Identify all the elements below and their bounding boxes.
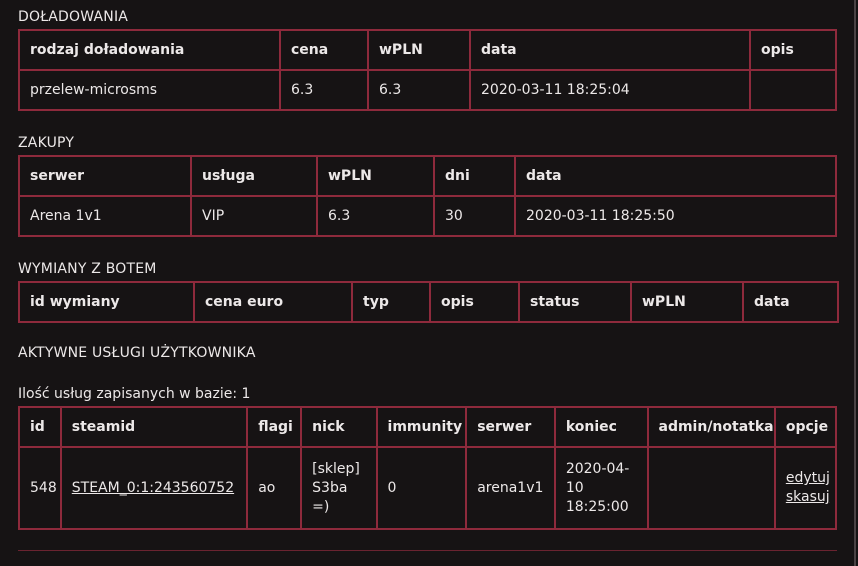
service-id: 548 [18,446,62,530]
table-header-row: id wymiany cena euro typ opis status wPL… [18,281,839,323]
service-server: arena1v1 [465,446,556,530]
column-header: flagi [246,406,303,448]
column-header: wPLN [367,29,471,71]
delete-link[interactable]: skasuj [786,489,830,505]
column-header: wPLN [316,155,435,197]
services-count: Ilość usług zapisanych w bazie: 1 [18,386,251,402]
table-header-row: serwer usługa wPLN dni data [18,155,837,197]
table-header-row: rodzaj doładowania cena wPLN data opis [18,29,837,71]
table-cell: przelew-microsms [18,69,281,111]
bot-exchanges-title: WYMIANY Z BOTEM [18,261,157,277]
column-header: cena euro [193,281,353,323]
column-header: typ [351,281,431,323]
column-header: usługa [190,155,318,197]
table-cell: Arena 1v1 [18,195,192,237]
recharges-title: DOŁADOWANIA [18,9,129,25]
column-header: serwer [18,155,192,197]
table-cell: 6.3 [279,69,369,111]
column-header: opis [749,29,837,71]
table-cell: 6.3 [316,195,435,237]
column-header: wPLN [630,281,744,323]
column-header: serwer [465,406,556,448]
column-header: id wymiany [18,281,195,323]
column-header: dni [433,155,516,197]
table-row: przelew-microsms 6.3 6.3 2020-03-11 18:2… [18,69,837,111]
purchases-table: serwer usługa wPLN dni data Arena 1v1 VI… [18,155,837,237]
table-cell [749,69,837,111]
purchases-title: ZAKUPY [18,135,75,151]
service-nick: [sklep] S3ba =) [300,446,378,530]
steamid-link[interactable]: STEAM_0:1:243560752 [72,480,234,496]
service-flags: ao [246,446,303,530]
table-row: 548 STEAM_0:1:243560752 ao [sklep] S3ba … [18,446,838,530]
column-header: admin/notatka [646,406,776,448]
column-header: id [18,406,62,448]
table-cell: 2020-03-11 18:25:04 [469,69,751,111]
table-cell: VIP [190,195,318,237]
column-header: immunity [375,406,468,448]
column-header: steamid [59,406,249,448]
column-header: koniec [553,406,649,448]
active-services-table: id steamid flagi nick immunity serwer ko… [18,406,838,530]
table-cell: 30 [433,195,516,237]
column-header: status [518,281,632,323]
edit-link[interactable]: edytuj [786,470,830,486]
bot-exchanges-table: id wymiany cena euro typ opis status wPL… [18,281,839,323]
column-header: opis [429,281,520,323]
table-row: Arena 1v1 VIP 6.3 30 2020-03-11 18:25:50 [18,195,837,237]
service-admin-note [646,446,776,530]
table-cell: 2020-03-11 18:25:50 [514,195,837,237]
active-services-title: AKTYWNE USŁUGI UŻYTKOWNIKA [18,345,256,361]
bottom-divider [18,550,837,551]
column-header: data [742,281,839,323]
column-header: opcje [773,406,838,448]
service-end-date: 2020-04-10 18:25:00 [553,446,649,530]
table-header-row: id steamid flagi nick immunity serwer ko… [18,406,838,448]
service-steamid-cell: STEAM_0:1:243560752 [59,446,249,530]
service-immunity: 0 [375,446,468,530]
column-header: cena [279,29,369,71]
column-header: data [469,29,751,71]
recharges-table: rodzaj doładowania cena wPLN data opis p… [18,29,837,111]
table-cell: 6.3 [367,69,471,111]
service-options: edytuj skasuj [773,446,838,530]
column-header: nick [300,406,378,448]
column-header: rodzaj doładowania [18,29,281,71]
column-header: data [514,155,837,197]
